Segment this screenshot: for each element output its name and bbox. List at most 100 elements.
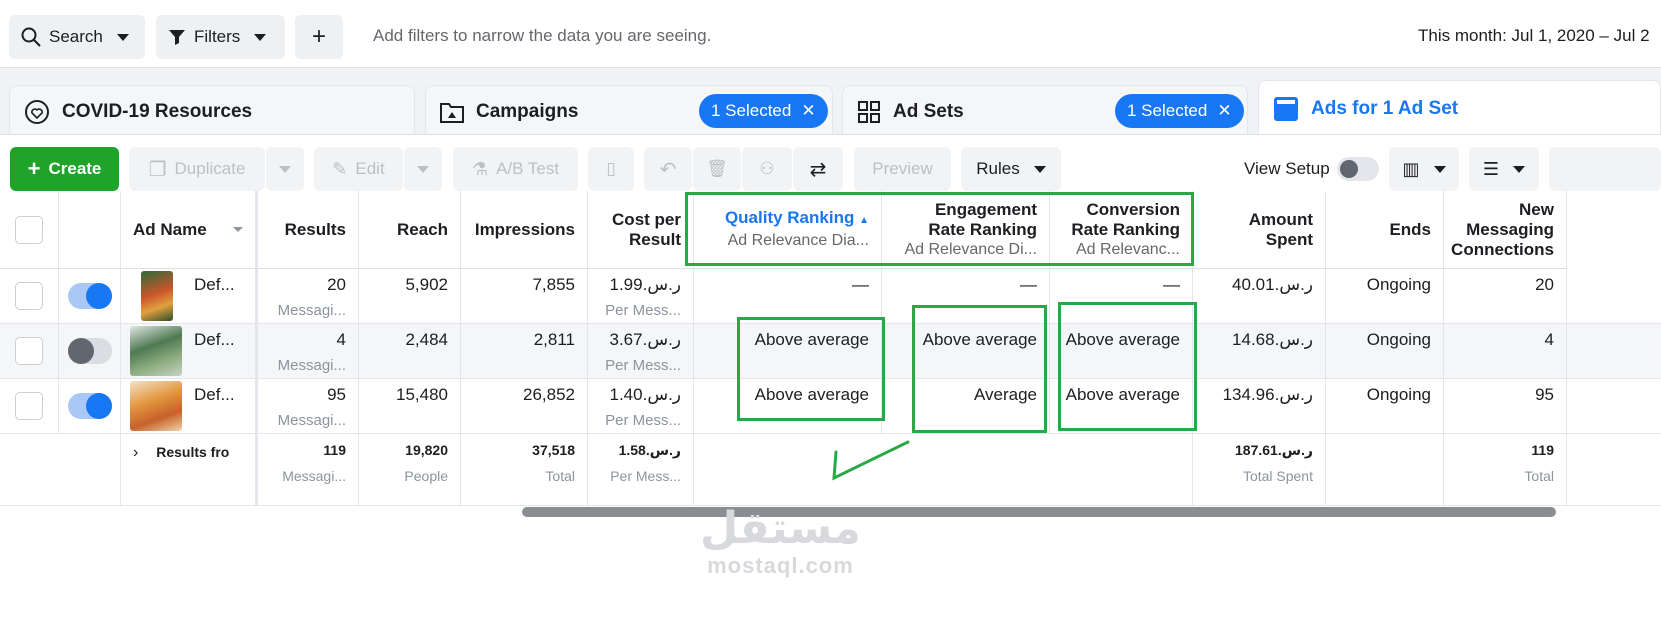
close-icon[interactable]: ✕ [801,101,815,121]
chevron-right-icon[interactable]: › [133,444,138,461]
row-checkbox[interactable] [15,282,43,310]
columns-button[interactable]: ▥ [1389,147,1459,191]
total-value: 1.58.ر.س [618,442,681,458]
ab-test-button[interactable]: ⚗ A/B Test [453,147,578,191]
header-toggle-col [59,191,121,269]
preview-button[interactable]: Preview [854,147,951,191]
totals-empty [694,434,1193,506]
quality-ranking-cell: — [694,269,882,324]
header-cost-per-result[interactable]: Cost per Result [588,191,694,269]
header-ends[interactable]: Ends [1326,191,1444,269]
preview-label: Preview [872,159,933,178]
tab-campaigns[interactable]: Campaigns 1 Selected ✕ [425,85,833,137]
conversion-highlight-box [1058,302,1197,431]
add-filter-button[interactable]: + [295,15,343,59]
ad-name[interactable]: Def... [194,275,235,295]
row-checkbox[interactable] [15,337,43,365]
amount-spent-cell: 14.68.ر.س [1193,324,1326,379]
ad-icon [1274,97,1298,121]
breakdown-button[interactable]: ☰ [1469,147,1539,191]
row-toggle [59,379,121,434]
plus-icon: + [27,156,41,181]
header-impressions[interactable]: Impressions [461,191,588,269]
create-label: Create [48,159,102,178]
duplicate-dropdown[interactable] [266,147,304,191]
totals-label-cell[interactable]: › Results fro [121,434,258,506]
horizontal-scrollbar[interactable] [522,507,1556,517]
totals-results: 119 Messagi... [258,434,359,506]
people-icon: ⚇ [759,159,775,178]
ad-name[interactable]: Def... [194,385,235,405]
impressions-cell: 2,811 [461,324,588,379]
impressions-cell: 7,855 [461,269,588,324]
tab-ad-sets[interactable]: Ad Sets 1 Selected ✕ [842,85,1248,137]
header-new-messaging[interactable]: New Messaging Connections [1444,191,1567,269]
header-ad-name[interactable]: Ad Name [121,191,258,269]
header-reach[interactable]: Reach [359,191,461,269]
header-select-all [0,191,59,269]
selected-badge[interactable]: 1 Selected ✕ [1115,94,1244,128]
delete-button[interactable]: 🗑 [693,147,741,191]
close-icon[interactable]: ✕ [1217,101,1231,121]
ends-cell: Ongoing [1326,379,1444,434]
pencil-icon: ✎ [332,158,348,179]
ad-name-cell[interactable]: Def... [121,379,258,434]
totals-reach: 19,820 People [359,434,461,506]
cost-type: Per Mess... [605,357,681,374]
ad-name-cell[interactable]: Def... [121,269,258,324]
ad-status-toggle[interactable] [68,283,112,309]
select-all-checkbox[interactable] [15,215,43,244]
audience-button[interactable]: ⚇ [742,147,792,191]
chevron-down-icon [116,33,129,41]
compare-icon: ⇄ [809,158,827,181]
row-select [0,324,59,379]
results-type: Messagi... [277,412,346,429]
selected-badge[interactable]: 1 Selected ✕ [699,94,828,128]
tab-label: COVID-19 Resources [62,100,253,122]
toggle-switch[interactable] [1337,157,1379,181]
sort-icon[interactable] [233,227,243,232]
date-range-picker[interactable]: This month: Jul 1, 2020 – Jul 2 [1418,26,1650,46]
clipboard-button[interactable]: ▯ [588,147,634,191]
undo-icon: ↶ [659,158,677,181]
total-sub: Total Spent [1242,468,1313,484]
heart-icon [25,99,49,124]
chevron-down-icon [254,33,267,41]
header-amount-spent[interactable]: Amount Spent [1193,191,1326,269]
breakdown-icon: ☰ [1482,158,1500,179]
tab-ads[interactable]: Ads for 1 Ad Set [1258,80,1661,137]
total-sub: Total [545,468,575,484]
ad-status-toggle[interactable] [68,338,112,364]
filter-hint[interactable]: Add filters to narrow the data you are s… [373,26,711,46]
edit-dropdown[interactable] [404,147,442,191]
search-button[interactable]: Search [9,15,145,59]
cost-cell: 1.40.ر.س Per Mess... [588,379,694,434]
ad-thumbnail [130,381,182,431]
tab-covid-resources[interactable]: COVID-19 Resources [9,85,415,137]
header-results[interactable]: Results [258,191,359,269]
chevron-down-icon [417,165,429,173]
filters-button[interactable]: Filters [156,15,285,59]
results-cell: 20 Messagi... [258,269,359,324]
ad-name[interactable]: Def... [194,330,235,350]
undo-button[interactable]: ↶ [644,147,692,191]
new-messaging-cell: 95 [1444,379,1567,434]
clipboard-icon: ▯ [606,159,616,178]
table-row[interactable]: Def... 20 Messagi... 5,902 7,855 1.99.ر.س… [0,269,1661,324]
reach-cell: 15,480 [359,379,461,434]
ad-name-cell[interactable]: Def... [121,324,258,379]
reports-button[interactable] [1549,147,1661,191]
ad-status-toggle[interactable] [68,393,112,419]
row-checkbox[interactable] [15,392,43,420]
compare-button[interactable]: ⇄ [793,147,843,191]
ad-thumbnail [141,271,173,321]
duplicate-button[interactable]: ❐ Duplicate [129,147,265,191]
total-sub: People [404,468,448,484]
edit-button[interactable]: ✎ Edit [314,147,403,191]
rules-button[interactable]: Rules [961,147,1061,191]
column-label: Connections [1451,239,1554,259]
column-label: Amount [1248,209,1313,229]
totals-spacer [59,434,121,506]
view-setup-toggle[interactable] [1337,157,1379,186]
create-button[interactable]: + Create [10,147,119,191]
